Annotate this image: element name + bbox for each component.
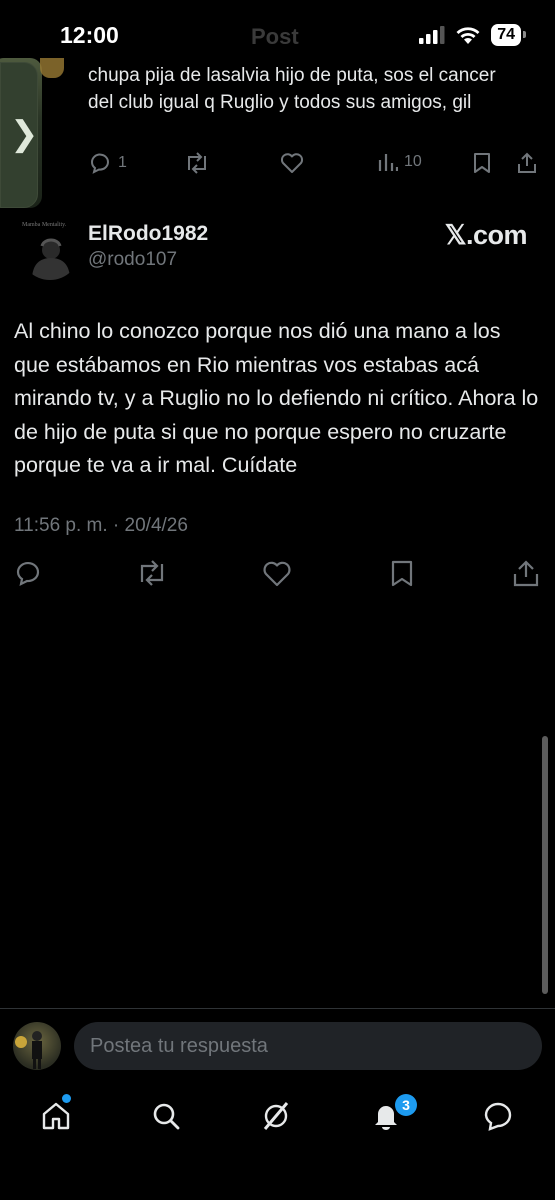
share-icon — [518, 152, 536, 173]
user-avatar[interactable] — [13, 1022, 61, 1070]
notifications-badge: 3 — [395, 1094, 417, 1116]
reply-button[interactable] — [14, 560, 42, 591]
previous-tweet-text: chupa pija de lasalvia hijo de puta, sos… — [88, 65, 496, 113]
views-icon — [378, 154, 398, 171]
reply-placeholder: Postea tu respuesta — [90, 1035, 268, 1057]
author-avatar[interactable] — [20, 220, 80, 280]
messages-icon — [484, 1102, 512, 1131]
status-icons: 74 — [419, 24, 526, 46]
retweet-action[interactable] — [184, 152, 210, 174]
reply-icon — [91, 153, 109, 174]
share-action[interactable] — [516, 152, 538, 174]
like-button[interactable] — [262, 560, 292, 592]
avatar-figure-icon — [15, 1031, 42, 1069]
wifi-icon — [456, 26, 480, 44]
battery-indicator: 74 — [491, 24, 526, 46]
cellular-signal-icon — [419, 26, 445, 44]
search-icon — [153, 1103, 180, 1130]
bookmark-button[interactable] — [390, 560, 414, 592]
tab-search[interactable] — [146, 1096, 186, 1136]
tweet-body: Al chino lo conozco porque nos dió una m… — [14, 319, 539, 477]
reply-icon — [16, 561, 40, 586]
views-action[interactable]: 10 — [378, 152, 422, 172]
tweet-actions — [14, 560, 542, 594]
reply-count: 1 — [118, 154, 127, 171]
header-title-ghost: Post — [251, 24, 299, 49]
tweet-timestamp[interactable]: 11:56 p. m. · 20/4/26 — [14, 515, 188, 537]
previous-tweet-actions: 1 10 — [88, 152, 540, 182]
grok-icon — [263, 1102, 289, 1130]
tab-home[interactable] — [36, 1096, 76, 1136]
bookmark-action[interactable] — [472, 152, 492, 174]
scrollbar[interactable] — [542, 736, 548, 994]
status-time: 12:00 — [60, 22, 119, 48]
home-new-indicator — [62, 1094, 71, 1103]
retweet-button[interactable] — [136, 560, 168, 591]
home-icon — [42, 1102, 70, 1130]
divider — [0, 1008, 555, 1009]
heart-icon — [263, 561, 291, 587]
avatar-figure-icon — [32, 238, 70, 280]
bookmark-icon — [391, 560, 413, 587]
views-count: 10 — [404, 153, 422, 170]
chevron-right-icon: ❯ — [10, 115, 39, 153]
like-action[interactable] — [280, 152, 304, 174]
author-display-name[interactable]: ElRodo1982 — [88, 222, 208, 246]
tab-messages[interactable] — [478, 1096, 518, 1136]
avatar-caption: Mamba Mentality. — [22, 222, 67, 228]
thumbnail-decoration — [40, 58, 64, 78]
share-icon — [513, 560, 539, 587]
retweet-icon — [140, 560, 164, 586]
tab-grok[interactable] — [256, 1096, 296, 1136]
share-button[interactable] — [512, 560, 540, 592]
bookmark-icon — [474, 153, 490, 173]
heart-icon — [280, 153, 304, 173]
x-com-watermark: 𝕏.com — [444, 220, 528, 250]
retweet-icon — [188, 152, 206, 174]
author-handle[interactable]: @rodo107 — [88, 249, 177, 271]
reply-action[interactable]: 1 — [88, 152, 127, 174]
